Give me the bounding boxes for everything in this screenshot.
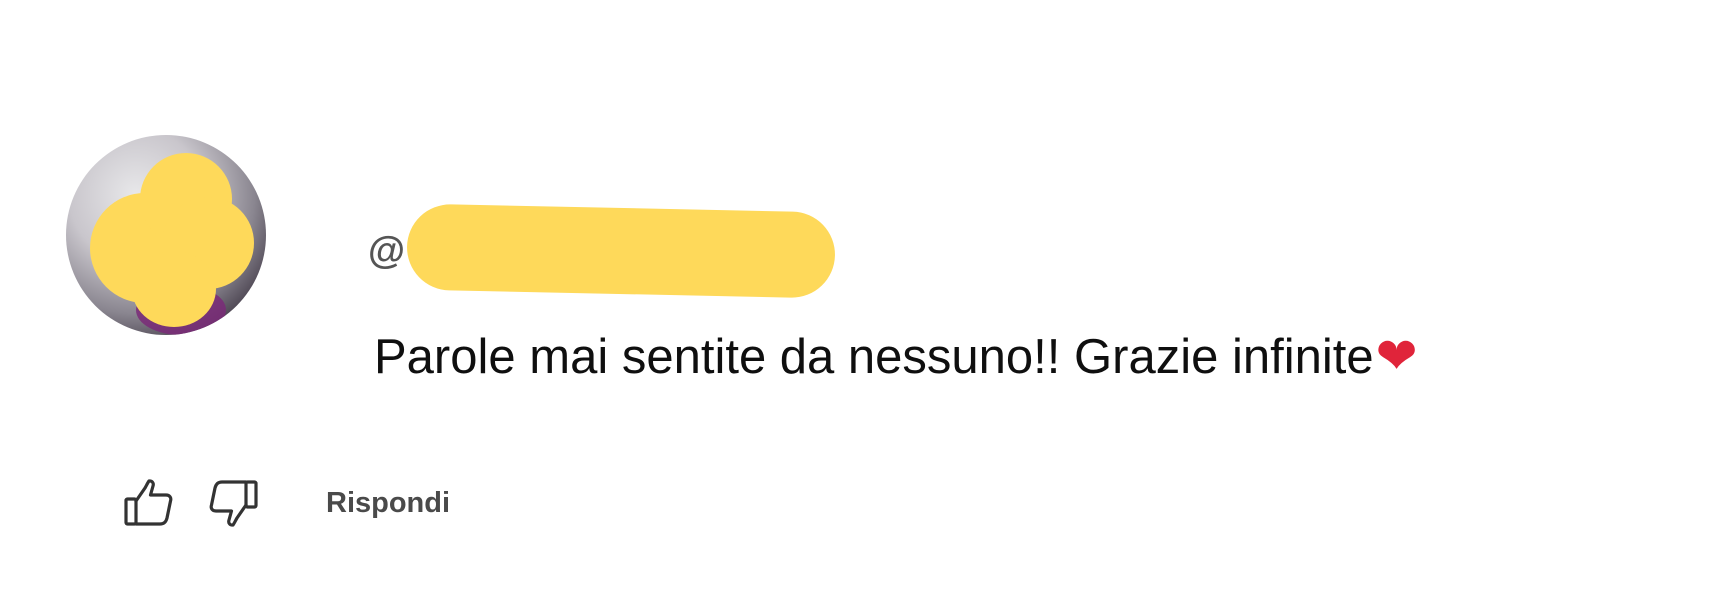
comment-body: Parole mai sentite da nessuno!! Grazie i… <box>374 326 1418 387</box>
like-button[interactable] <box>122 476 176 530</box>
comment-actions: Rispondi <box>122 476 450 530</box>
thumbs-up-icon <box>124 479 173 526</box>
avatar-redaction <box>132 251 216 327</box>
author-handle[interactable]: @ <box>368 203 836 299</box>
reply-button[interactable]: Rispondi <box>326 487 450 520</box>
comment-item: @ Parole mai sentite da nessuno!! Grazie… <box>0 0 1720 600</box>
dislike-button[interactable] <box>206 476 260 530</box>
thumbs-down-icon <box>209 480 258 527</box>
author-name-redaction <box>406 203 836 299</box>
comment-text: Parole mai sentite da nessuno!! Grazie i… <box>374 330 1374 384</box>
heart-emoji: ❤ <box>1375 328 1418 384</box>
author-at-sign: @ <box>368 230 406 272</box>
avatar[interactable] <box>66 135 266 335</box>
